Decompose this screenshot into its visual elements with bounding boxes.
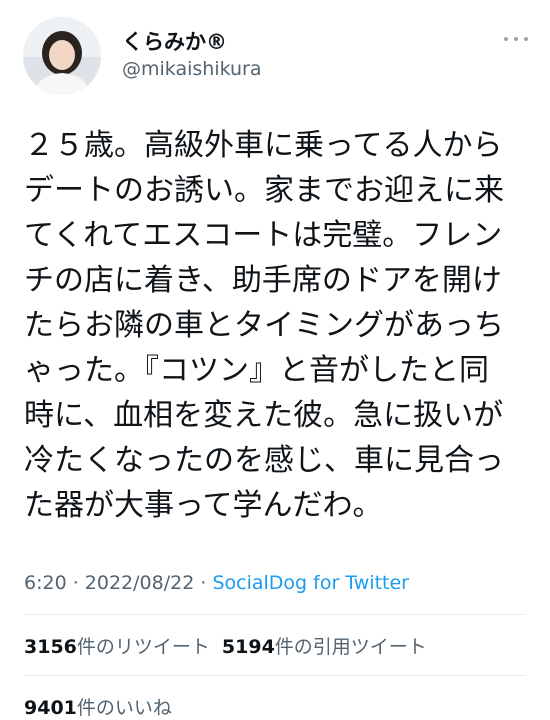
tweet-text-line: てくれてエスコートは完璧。フレン bbox=[24, 218, 503, 253]
tweet-meta: 6:20 · 2022/08/22 · SocialDog for Twitte… bbox=[24, 572, 409, 594]
avatar-image bbox=[23, 17, 101, 95]
tweet-text-line: デートのお誘い。家までお迎えに来 bbox=[24, 173, 504, 208]
likes-label: 件のいいね bbox=[76, 697, 172, 719]
more-options-icon[interactable] bbox=[504, 34, 528, 44]
tweet-container: くらみか® @mikaishikura ２５歳。高級外車に乗ってる人から デート… bbox=[0, 0, 550, 720]
tweet-text-line: ゃった。『コツン』と音がしたと同 bbox=[24, 353, 489, 388]
display-name[interactable]: くらみか® bbox=[122, 26, 227, 56]
divider bbox=[24, 675, 526, 676]
tweet-date[interactable]: 2022/08/22 bbox=[85, 572, 195, 594]
quotes-label: 件の引用ツイート bbox=[274, 636, 427, 658]
tweet-text-line: たらお隣の車とタイミングがあっち bbox=[24, 308, 504, 343]
likes-count: 9401 bbox=[24, 697, 77, 719]
avatar[interactable] bbox=[23, 17, 101, 95]
quotes-count: 5194 bbox=[221, 636, 275, 658]
more-dot bbox=[514, 37, 518, 41]
tweet-text: ２５歳。高級外車に乗ってる人から デートのお誘い。家までお迎えに来 てくれてエス… bbox=[24, 123, 529, 528]
likes-link[interactable]: 9401件のいいね bbox=[24, 697, 172, 719]
tweet-text-line: た器が大事って学んだわ。 bbox=[24, 488, 383, 523]
tweet-text-line: チの店に着き、助手席のドアを開け bbox=[24, 263, 502, 298]
user-handle[interactable]: @mikaishikura bbox=[122, 58, 262, 80]
tweet-time[interactable]: 6:20 bbox=[24, 572, 67, 594]
quotes-link[interactable]: 5194件の引用ツイート bbox=[222, 636, 427, 658]
tweet-text-line: ２５歳。高級外車に乗ってる人から bbox=[24, 128, 503, 163]
meta-separator: · bbox=[66, 572, 85, 594]
tweet-text-line: 時に、血相を変えた彼。急に扱いが bbox=[24, 398, 504, 433]
retweets-label: 件のリツイート bbox=[76, 636, 210, 658]
retweets-link[interactable]: 3156件のリツイート bbox=[24, 636, 210, 658]
retweets-count: 3156 bbox=[24, 636, 77, 658]
more-dot bbox=[524, 37, 528, 41]
divider bbox=[24, 614, 526, 615]
tweet-source-link[interactable]: SocialDog for Twitter bbox=[212, 572, 409, 594]
meta-separator: · bbox=[194, 572, 213, 594]
more-dot bbox=[504, 37, 508, 41]
like-stats: 9401件のいいね bbox=[24, 693, 172, 720]
tweet-text-line: 冷たくなったのを感じ、車に見合っ bbox=[24, 443, 504, 478]
retweet-stats: 3156件のリツイート 5194件の引用ツイート bbox=[24, 632, 427, 659]
